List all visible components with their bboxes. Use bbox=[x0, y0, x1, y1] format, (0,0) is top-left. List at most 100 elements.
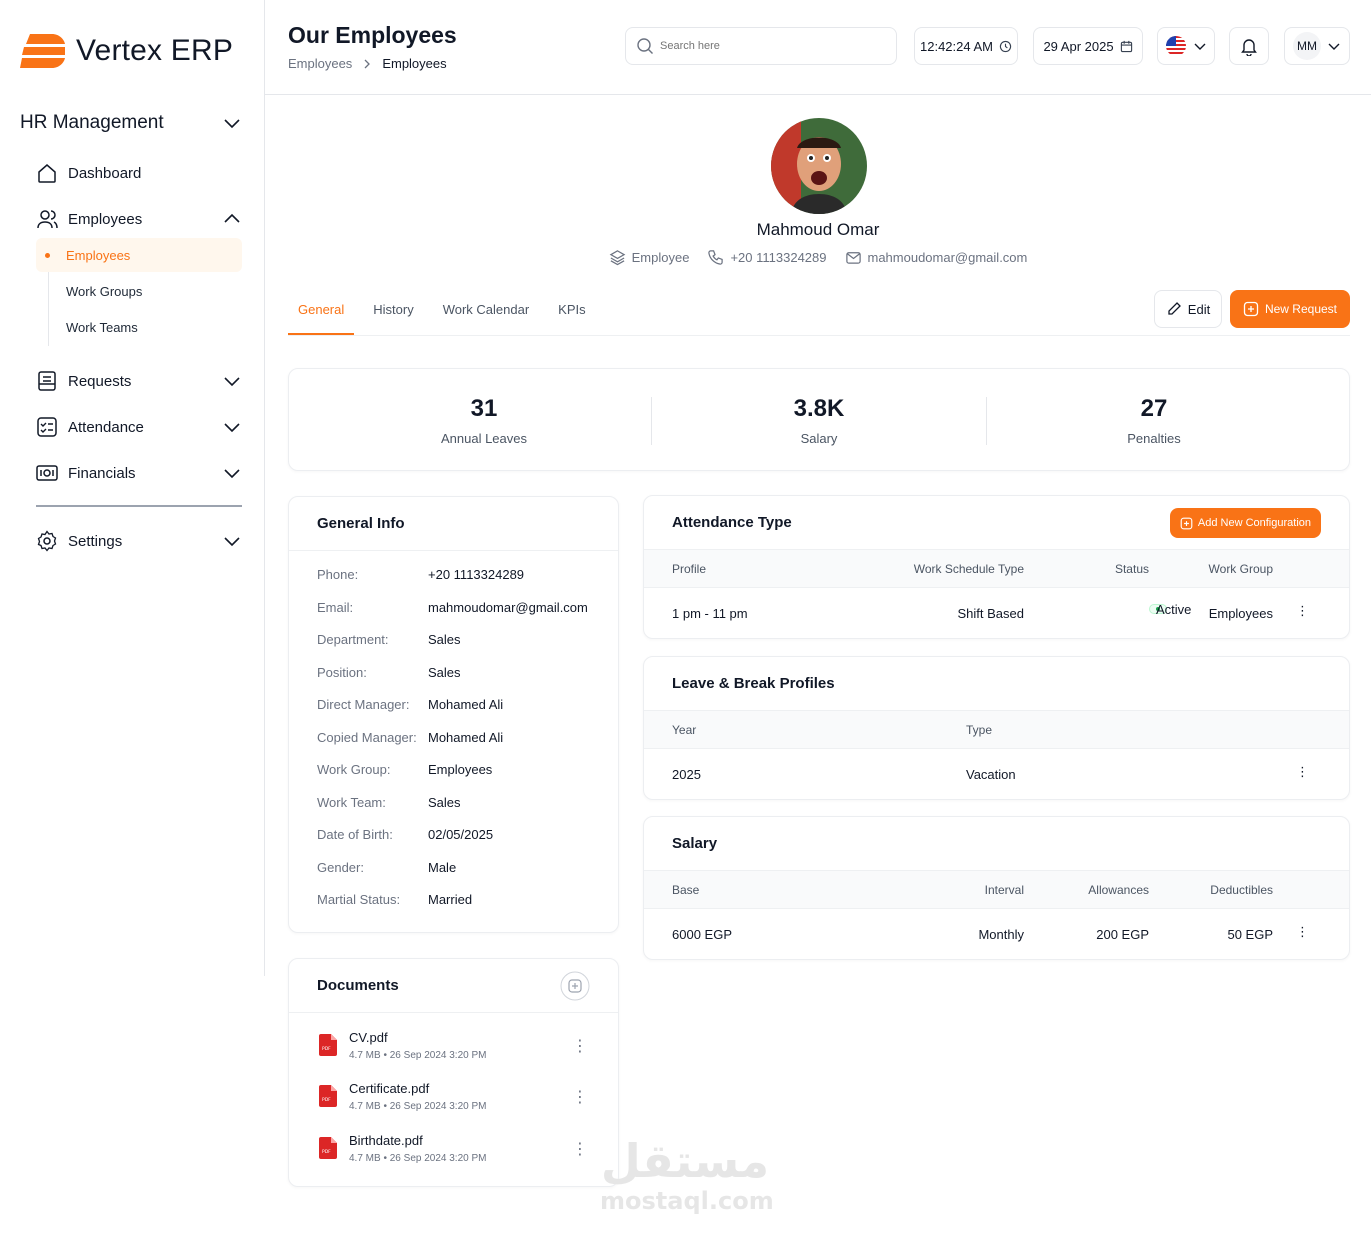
more-options-icon[interactable]: ⋮ bbox=[1296, 764, 1309, 780]
chevron-down-icon bbox=[224, 469, 240, 479]
plus-square-icon bbox=[1180, 517, 1193, 529]
chevron-down-icon bbox=[224, 119, 240, 129]
sidebar-subitem-employees[interactable]: Employees bbox=[36, 238, 242, 272]
profile-phone[interactable]: +20 1113324289 bbox=[707, 249, 827, 266]
user-menu[interactable]: MM bbox=[1284, 27, 1350, 65]
sidebar-item-attendance[interactable]: Attendance bbox=[36, 414, 242, 440]
card-title: General Info bbox=[289, 497, 618, 551]
brand-logo[interactable]: Vertex ERP bbox=[20, 32, 233, 70]
cell-allowances: 200 EGP bbox=[1096, 927, 1149, 942]
page-title: Our Employees bbox=[288, 22, 457, 48]
sidebar-item-financials[interactable]: Financials bbox=[36, 460, 242, 486]
general-info-card: General Info Phone: +20 1113324289 Email:… bbox=[288, 496, 619, 933]
column-header: Work Group bbox=[1208, 562, 1273, 576]
column-header: Base bbox=[672, 883, 700, 897]
language-selector[interactable] bbox=[1157, 27, 1215, 65]
document-meta: 4.7 MB • 26 Sep 2024 3:20 PM bbox=[349, 1050, 487, 1061]
column-header: Profile bbox=[672, 562, 707, 576]
column-header: Status bbox=[1114, 562, 1149, 576]
cell-base: 6000 EGP bbox=[672, 927, 732, 942]
info-row-department: Department: Sales bbox=[317, 632, 461, 647]
sidebar-item-dashboard[interactable]: Dashboard bbox=[36, 160, 242, 186]
document-item[interactable]: PDF Birthdate.pdf 4.7 MB • 26 Sep 2024 3… bbox=[317, 1133, 592, 1173]
more-options-icon[interactable]: ⋮ bbox=[1296, 924, 1309, 940]
sidebar-subitem-label: Employees bbox=[66, 247, 131, 263]
stats-card: 31 Annual Leaves 3.8K Salary 27 Penaltie… bbox=[288, 368, 1350, 471]
sidebar-item-label: Employees bbox=[68, 210, 143, 228]
info-value: Sales bbox=[428, 665, 461, 680]
info-value: Male bbox=[428, 860, 457, 875]
breadcrumb-link[interactable]: Employees bbox=[288, 56, 352, 71]
info-key: Email: bbox=[317, 600, 354, 615]
sidebar-item-requests[interactable]: Requests bbox=[36, 368, 242, 394]
info-value: Mohamed Ali bbox=[428, 730, 504, 745]
stat-value: 27 bbox=[1140, 395, 1168, 422]
svg-text:PDF: PDF bbox=[322, 1097, 331, 1103]
more-options-icon[interactable]: ⋮ bbox=[572, 1087, 588, 1107]
chevron-up-icon bbox=[224, 213, 240, 223]
sidebar-item-label: Dashboard bbox=[68, 164, 142, 182]
stat-label: Penalties bbox=[1127, 431, 1181, 446]
document-item[interactable]: PDF CV.pdf 4.7 MB • 26 Sep 2024 3:20 PM … bbox=[317, 1030, 592, 1070]
search-input[interactable] bbox=[660, 40, 880, 52]
pdf-file-icon: PDF bbox=[319, 1085, 337, 1107]
info-value: Sales bbox=[428, 795, 461, 810]
tab-history[interactable]: History bbox=[363, 288, 423, 335]
more-options-icon[interactable]: ⋮ bbox=[572, 1139, 588, 1159]
date-picker[interactable]: 29 Apr 2025 bbox=[1033, 27, 1143, 65]
document-size: 4.7 MB bbox=[349, 1153, 381, 1164]
sidebar-item-employees[interactable]: Employees bbox=[36, 206, 242, 232]
more-options-icon[interactable]: ⋮ bbox=[1296, 603, 1309, 619]
money-icon bbox=[36, 465, 58, 481]
document-name: CV.pdf bbox=[349, 1030, 388, 1045]
tab-general[interactable]: General bbox=[288, 288, 355, 335]
chevron-down-icon bbox=[1194, 43, 1206, 50]
pdf-file-icon: PDF bbox=[319, 1137, 337, 1159]
chevron-down-icon bbox=[224, 377, 240, 387]
watermark: مستقل mostaql.com bbox=[600, 1134, 774, 1215]
edit-button[interactable]: Edit bbox=[1154, 290, 1222, 328]
salary-card: Salary Base Interval Allowances Deductib… bbox=[643, 816, 1350, 960]
plus-square-icon bbox=[1243, 301, 1259, 317]
column-header: Work Schedule Type bbox=[913, 562, 1024, 576]
watermark-arabic: مستقل bbox=[600, 1134, 770, 1188]
stat-value: 3.8K bbox=[793, 395, 845, 422]
document-size: 4.7 MB bbox=[349, 1101, 381, 1112]
breadcrumb: Employees Employees bbox=[288, 56, 447, 71]
search-box[interactable] bbox=[625, 27, 897, 65]
profile-tabs: General History Work Calendar KPIs bbox=[288, 288, 605, 335]
sidebar-subitem-work-teams[interactable]: Work Teams bbox=[36, 310, 242, 344]
document-date: 26 Sep 2024 3:20 PM bbox=[389, 1050, 487, 1061]
phone-text: +20 1113324289 bbox=[730, 250, 827, 265]
tab-work-calendar[interactable]: Work Calendar bbox=[433, 288, 539, 335]
gear-icon bbox=[37, 530, 57, 552]
profile-email[interactable]: mahmoudomar@gmail.com bbox=[845, 249, 1027, 266]
new-request-button[interactable]: New Request bbox=[1230, 290, 1350, 328]
topbar: Our Employees Employees Employees 12:42:… bbox=[265, 0, 1371, 95]
info-key: Gender: bbox=[317, 860, 364, 875]
info-value: +20 1113324289 bbox=[428, 567, 525, 582]
section-hr-management[interactable]: HR Management bbox=[20, 112, 242, 134]
chevron-down-icon bbox=[224, 537, 240, 547]
status-text: Active bbox=[1156, 601, 1192, 617]
info-row-work-team: Work Team: Sales bbox=[317, 795, 461, 810]
notifications-button[interactable] bbox=[1229, 27, 1269, 65]
add-configuration-button[interactable]: Add New Configuration bbox=[1169, 508, 1321, 538]
cell-interval: Monthly bbox=[978, 927, 1024, 942]
info-key: Position: bbox=[317, 665, 367, 680]
clock-display: 12:42:24 AM bbox=[914, 27, 1018, 65]
sidebar-item-settings[interactable]: Settings bbox=[36, 528, 242, 554]
cell-deductibles: 50 EGP bbox=[1227, 927, 1273, 942]
document-item[interactable]: PDF Certificate.pdf 4.7 MB • 26 Sep 2024… bbox=[317, 1081, 592, 1121]
info-row-direct-manager: Direct Manager: Mohamed Ali bbox=[317, 697, 503, 712]
chevron-right-icon bbox=[364, 59, 371, 68]
watermark-latin: mostaql.com bbox=[600, 1187, 774, 1215]
sidebar-subitem-work-groups[interactable]: Work Groups bbox=[36, 274, 242, 308]
add-document-icon[interactable] bbox=[560, 971, 590, 1001]
phone-icon bbox=[708, 250, 724, 265]
document-size: 4.7 MB bbox=[349, 1050, 381, 1061]
more-options-icon[interactable]: ⋮ bbox=[572, 1036, 588, 1056]
tab-kpis[interactable]: KPIs bbox=[548, 288, 595, 335]
layers-icon bbox=[609, 250, 625, 266]
pdf-file-icon: PDF bbox=[319, 1034, 337, 1056]
